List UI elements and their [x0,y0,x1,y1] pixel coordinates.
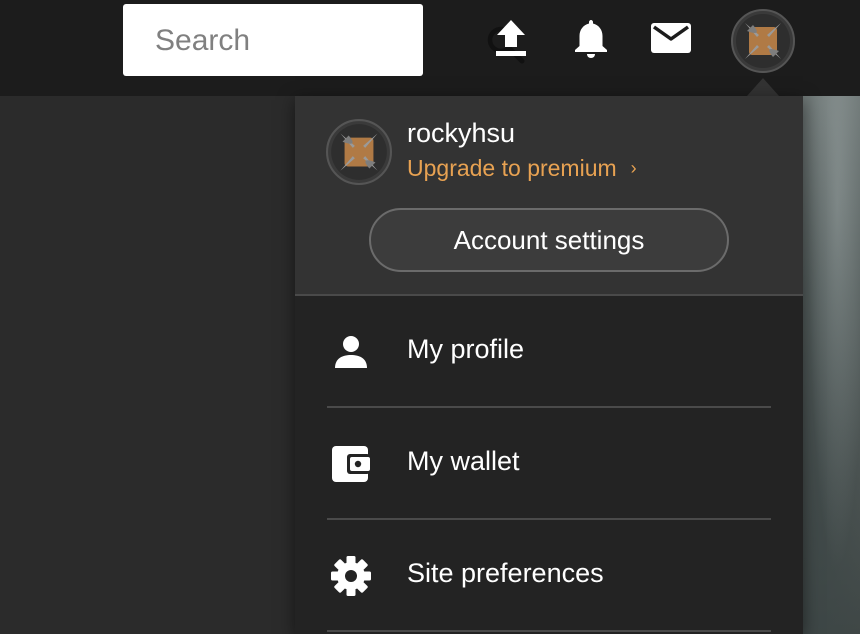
avatar-button[interactable] [731,9,795,73]
menu-item-my-profile[interactable]: My profile [295,296,803,406]
upgrade-label: Upgrade to premium [407,155,617,181]
menu-item-site-preferences[interactable]: Site preferences [295,520,803,630]
mail-icon [651,23,691,53]
menu-pointer [747,78,779,96]
search-input[interactable] [153,18,357,64]
menu-avatar [326,119,392,185]
menu-divider [327,630,771,632]
menu-item-label: My profile [407,334,525,364]
upload-button[interactable] [487,14,535,62]
background-photo [803,96,860,634]
account-settings-button[interactable]: Account settings [369,208,729,272]
search-box [123,4,525,76]
menu-item-label: My wallet [407,446,520,476]
avatar [731,9,795,73]
messages-button[interactable] [647,14,695,62]
bell-icon [575,20,607,58]
menu-item-my-wallet[interactable]: My wallet [295,408,803,518]
menu-item-label: Site preferences [407,558,604,588]
avatar [326,119,392,185]
account-menu-header: rockyhsu Upgrade to premium › Account set… [295,96,803,296]
wallet-icon [329,442,373,486]
username: rockyhsu [407,118,516,148]
top-navigation-bar [0,0,860,96]
account-dropdown-menu: rockyhsu Upgrade to premium › Account set… [295,96,803,634]
notifications-button[interactable] [567,14,615,62]
chevron-right-icon: › [630,158,637,178]
upgrade-to-premium-link[interactable]: Upgrade to premium › [407,155,637,182]
person-icon [329,330,373,374]
gear-icon [329,554,373,598]
upload-icon [496,20,526,56]
